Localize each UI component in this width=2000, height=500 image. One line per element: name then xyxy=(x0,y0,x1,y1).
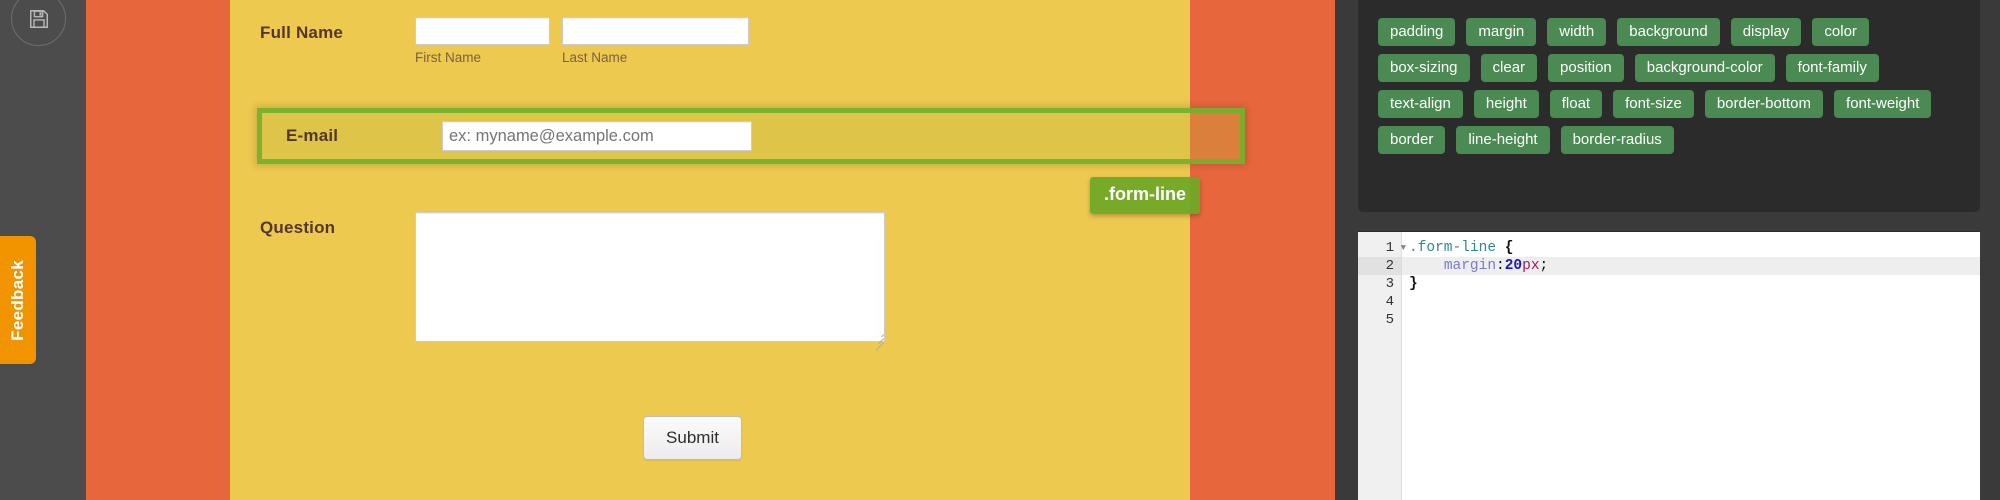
css-property-tag[interactable]: font-size xyxy=(1613,90,1694,118)
question-textarea[interactable] xyxy=(415,212,885,342)
form-card: Full Name First Name Last Name E-mail Qu… xyxy=(230,0,1245,500)
floppy-disk-save-icon xyxy=(29,9,48,28)
first-name-input[interactable] xyxy=(415,17,550,45)
editor-line-number: 2 xyxy=(1358,257,1401,275)
editor-line-number: 1 ▼ xyxy=(1385,240,1406,256)
label-question: Question xyxy=(260,218,336,237)
editor-line-number: 5 xyxy=(1385,312,1394,328)
editor-code-area[interactable]: .form-line { margin:20px;} xyxy=(1402,232,1980,500)
css-property-tag[interactable]: box-sizing xyxy=(1378,54,1470,82)
inspector-sidebar: padding margin width background display color… xyxy=(1335,0,2000,500)
editor-code-line[interactable] xyxy=(1402,293,1980,311)
form-line-full-name[interactable]: Full Name First Name Last Name xyxy=(230,17,1190,65)
submit-button[interactable]: Submit xyxy=(643,416,742,460)
feedback-tab-button[interactable]: Feedback xyxy=(0,236,36,364)
css-property-tag[interactable]: display xyxy=(1730,18,1802,46)
css-property-tag[interactable]: clear xyxy=(1480,54,1538,82)
css-property-tag[interactable]: width xyxy=(1547,18,1607,46)
last-name-field-group: Last Name xyxy=(562,17,762,65)
left-toolbar-rail: Feedback xyxy=(0,0,86,500)
save-button[interactable] xyxy=(11,0,66,46)
last-name-input[interactable] xyxy=(562,17,749,45)
css-property-tag[interactable]: text-align xyxy=(1378,90,1463,118)
feedback-label: Feedback xyxy=(8,259,27,341)
css-properties-panel: padding margin width background display color… xyxy=(1358,0,1980,212)
question-field-group xyxy=(415,212,885,351)
label-full-name: Full Name xyxy=(260,23,344,42)
css-property-tag-list: padding margin width background display color… xyxy=(1378,18,1960,154)
selector-tooltip-badge: .form-line xyxy=(1090,177,1201,214)
css-property-tag[interactable]: font-family xyxy=(1785,54,1879,82)
code-fold-arrow-icon[interactable]: ▼ xyxy=(1401,239,1406,257)
form-line-email-selected[interactable]: E-mail xyxy=(257,108,1245,164)
css-property-tag[interactable]: padding xyxy=(1378,18,1456,46)
first-name-sublabel: First Name xyxy=(415,50,482,65)
css-property-tag[interactable]: color xyxy=(1812,18,1869,46)
css-property-tag[interactable]: position xyxy=(1548,54,1624,82)
label-email: E-mail xyxy=(286,126,339,145)
css-code-editor[interactable]: 1 ▼ 2 3 4 5 .form-line { margin:20px;} xyxy=(1358,231,1980,500)
first-name-field-group: First Name xyxy=(415,17,550,65)
css-property-tag[interactable]: height xyxy=(1473,90,1539,118)
form-line-submit[interactable]: Submit xyxy=(643,416,742,460)
css-property-tag[interactable]: border-bottom xyxy=(1704,90,1824,118)
form-line-question[interactable]: Question xyxy=(230,212,1190,351)
editor-code-line[interactable]: margin:20px; xyxy=(1402,257,1980,275)
editor-code-line[interactable]: } xyxy=(1402,275,1980,293)
editor-line-number-gutter: 1 ▼ 2 3 4 5 xyxy=(1358,232,1406,500)
email-input[interactable] xyxy=(442,121,752,151)
css-property-tag[interactable]: margin xyxy=(1466,18,1537,46)
css-property-tag[interactable]: border-radius xyxy=(1560,126,1674,154)
last-name-sublabel: Last Name xyxy=(562,50,628,65)
editor-line-number: 3 xyxy=(1385,276,1394,292)
css-property-tag[interactable]: float xyxy=(1549,90,1603,118)
css-property-tag[interactable]: font-weight xyxy=(1834,90,1932,118)
css-property-tag[interactable]: line-height xyxy=(1456,126,1550,154)
editor-line-number: 4 xyxy=(1385,294,1394,310)
css-property-tag[interactable]: background-color xyxy=(1634,54,1775,82)
css-property-tag[interactable]: border xyxy=(1378,126,1446,154)
css-property-tag[interactable]: background xyxy=(1617,18,1720,46)
editor-code-line[interactable] xyxy=(1402,311,1980,329)
editor-code-line[interactable]: .form-line { xyxy=(1402,239,1980,257)
